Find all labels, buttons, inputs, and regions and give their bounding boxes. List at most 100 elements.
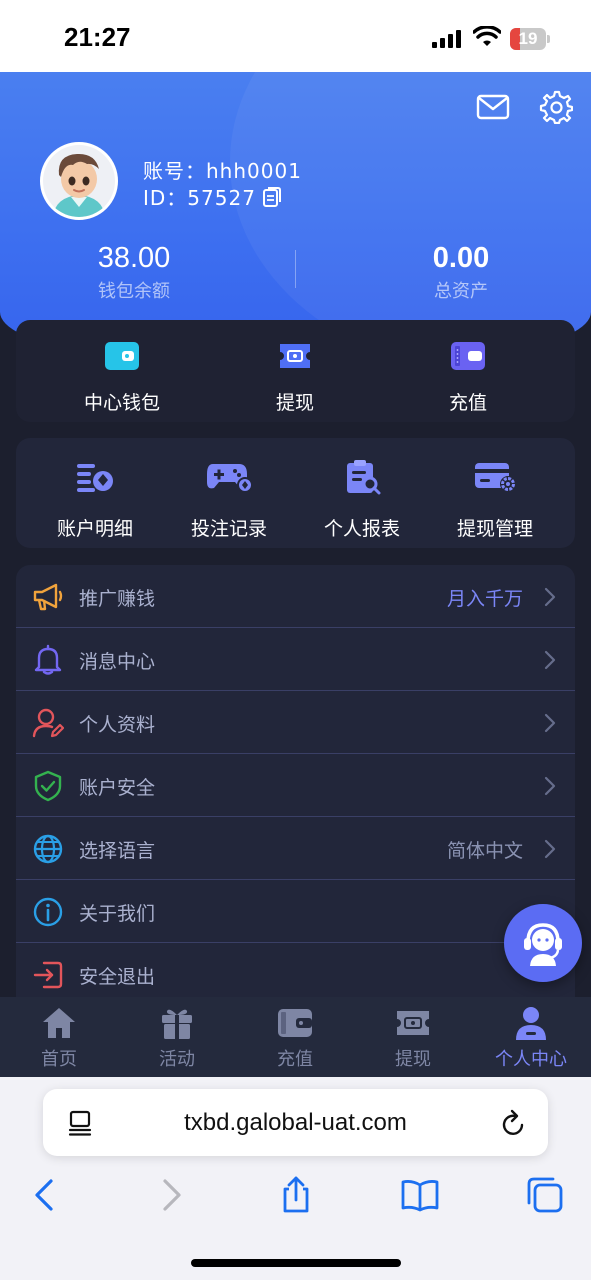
- bell-icon: [34, 644, 62, 675]
- menu-item-label: 关于我们: [79, 903, 156, 925]
- person-icon: [516, 1007, 546, 1040]
- chevron-right-icon: [544, 776, 556, 796]
- share-icon[interactable]: [276, 1175, 316, 1215]
- shortcut-label: 个人报表: [323, 518, 400, 540]
- megaphone-icon: [33, 583, 63, 611]
- wallet-icon: [105, 342, 139, 370]
- tab-home[interactable]: 首页: [0, 997, 118, 1077]
- quick-action-withdraw[interactable]: 提现: [223, 320, 367, 415]
- menu-item-messages[interactable]: 消息中心: [16, 628, 575, 691]
- quick-action-label: 中心钱包: [83, 392, 160, 414]
- shortcut-bet-records[interactable]: 投注记录: [164, 438, 294, 541]
- shortcut-label: 提现管理: [456, 518, 533, 540]
- gear-icon[interactable]: [539, 90, 573, 124]
- menu-item-profile[interactable]: 个人资料: [16, 691, 575, 754]
- globe-icon: [33, 834, 63, 864]
- menu-item-label: 个人资料: [79, 714, 156, 736]
- shortcut-withdraw-management[interactable]: 提现管理: [430, 438, 560, 541]
- page-menu-icon[interactable]: [67, 1110, 93, 1136]
- chevron-right-icon: [544, 650, 556, 670]
- browser-toolbar: txbd.galobal-uat.com: [0, 1077, 591, 1280]
- quick-actions-card: 中心钱包 提现 充值: [16, 320, 575, 422]
- wifi-icon: [473, 26, 501, 46]
- gift-icon: [162, 1009, 192, 1039]
- avatar-cartoon-icon: [43, 145, 115, 217]
- tab-label: 个人中心: [495, 1049, 567, 1070]
- shortcut-label: 账户明细: [56, 518, 133, 540]
- menu-item-value: 简体中文: [446, 840, 523, 862]
- tab-withdraw[interactable]: 提现: [354, 997, 472, 1077]
- tab-label: 首页: [41, 1049, 77, 1070]
- battery-level: 19: [518, 29, 538, 48]
- forward-icon[interactable]: [150, 1175, 190, 1215]
- tab-personal-center[interactable]: 个人中心: [472, 997, 590, 1077]
- deposit-card-icon: [451, 342, 485, 370]
- tab-deposit[interactable]: 充值: [236, 997, 354, 1077]
- back-icon[interactable]: [26, 1175, 66, 1215]
- quick-action-label: 提现: [275, 392, 314, 414]
- total-assets: 0.00 总资产: [341, 242, 581, 303]
- reload-icon[interactable]: [501, 1109, 527, 1137]
- balance-divider: [295, 250, 296, 288]
- menu-item-about[interactable]: 关于我们: [16, 880, 575, 943]
- menu-item-value: 月入千万: [446, 588, 523, 610]
- user-id: ID：57527: [143, 182, 282, 211]
- home-icon: [43, 1008, 75, 1038]
- quick-action-wallet[interactable]: 中心钱包: [50, 320, 194, 415]
- wallet-balance-label: 钱包余额: [98, 281, 170, 302]
- menu-item-label: 消息中心: [79, 651, 156, 673]
- logout-icon: [33, 961, 63, 989]
- chevron-right-icon: [544, 713, 556, 733]
- menu-item-logout[interactable]: 安全退出: [16, 943, 575, 997]
- menu-item-label: 账户安全: [79, 777, 156, 799]
- account-name: 账号：hhh0001: [143, 159, 302, 183]
- shortcuts-card: 账户明细 投注记录 个人报表 提现管理: [16, 438, 575, 548]
- status-bar: 21:27 19: [0, 0, 591, 72]
- address-bar[interactable]: txbd.galobal-uat.com: [43, 1089, 548, 1156]
- menu-item-label: 安全退出: [79, 966, 156, 988]
- bookmarks-icon[interactable]: [400, 1175, 440, 1215]
- withdraw-ticket-icon: [397, 1011, 429, 1035]
- total-assets-amount: 0.00: [432, 242, 490, 274]
- cellular-signal-icon: [432, 30, 461, 48]
- wallet-balance: 38.00 钱包余额: [14, 242, 254, 303]
- menu-item-promotion[interactable]: 推广赚钱 月入千万: [16, 565, 575, 628]
- user-edit-icon: [32, 708, 64, 738]
- customer-service-button[interactable]: [504, 904, 582, 982]
- shortcut-personal-report[interactable]: 个人报表: [297, 438, 427, 541]
- battery-indicator: 19: [510, 28, 550, 50]
- quick-action-deposit[interactable]: 充值: [396, 320, 540, 415]
- total-assets-label: 总资产: [434, 281, 488, 302]
- shortcut-label: 投注记录: [190, 518, 267, 540]
- menu-item-label: 推广赚钱: [79, 588, 156, 610]
- account-detail-icon: [77, 464, 113, 492]
- wallet-balance-amount: 38.00: [97, 242, 171, 274]
- tabs-icon[interactable]: [525, 1175, 565, 1215]
- shortcut-account-detail[interactable]: 账户明细: [30, 438, 160, 541]
- menu-item-language[interactable]: 选择语言 简体中文: [16, 817, 575, 880]
- settings-menu-list: 推广赚钱 月入千万 消息中心 个人资料 账户安全 选择语言 简体中文 关于我们 …: [16, 565, 575, 997]
- bottom-tab-bar: 首页 活动 充值 提现 个人中心: [0, 997, 591, 1077]
- url-text: txbd.galobal-uat.com: [184, 1109, 407, 1136]
- tab-label: 活动: [159, 1049, 195, 1070]
- quick-action-label: 充值: [448, 392, 487, 414]
- tab-activity[interactable]: 活动: [118, 997, 236, 1077]
- chevron-right-icon: [544, 839, 556, 859]
- tab-label: 提现: [395, 1049, 431, 1070]
- menu-item-account-security[interactable]: 账户安全: [16, 754, 575, 817]
- headset-agent-icon: [524, 923, 562, 966]
- tab-label: 充值: [277, 1049, 313, 1070]
- user-id-text: ID：57527: [143, 186, 256, 210]
- gamepad-icon: [207, 464, 253, 493]
- mail-icon[interactable]: [476, 94, 510, 120]
- withdraw-ticket-icon: [280, 344, 310, 368]
- card-settings-icon: [475, 463, 516, 492]
- home-indicator[interactable]: [191, 1259, 401, 1267]
- report-clipboard-icon: [347, 460, 381, 495]
- chevron-right-icon: [544, 587, 556, 607]
- avatar[interactable]: [40, 142, 118, 220]
- shield-check-icon: [34, 770, 62, 802]
- menu-item-label: 选择语言: [79, 840, 156, 862]
- copy-icon[interactable]: [262, 186, 282, 208]
- status-time: 21:27: [64, 22, 131, 52]
